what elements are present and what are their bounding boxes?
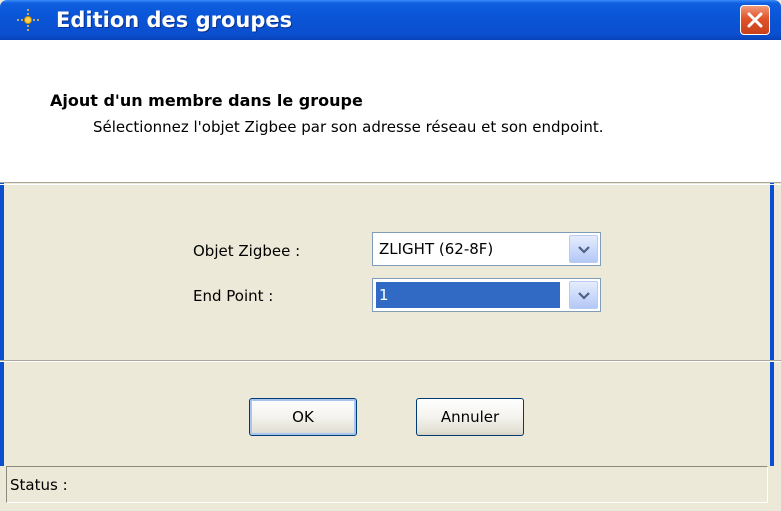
window-title: Edition des groupes	[56, 8, 293, 32]
objet-zigbee-value: ZLIGHT (62-8F)	[379, 240, 494, 258]
end-point-value: 1	[376, 282, 560, 308]
app-icon	[16, 8, 40, 32]
end-point-dropdown-button[interactable]	[569, 281, 598, 309]
chevron-down-icon	[578, 246, 590, 254]
status-text: Status :	[10, 476, 68, 494]
objet-zigbee-label: Objet Zigbee :	[193, 242, 301, 260]
ok-button[interactable]: OK	[249, 398, 357, 436]
dialog-window: Edition des groupes Ajout d'un membre da…	[0, 0, 781, 511]
title-bar[interactable]: Edition des groupes	[0, 0, 781, 40]
close-icon	[747, 12, 763, 28]
form-divider-highlight	[0, 361, 781, 362]
end-point-select[interactable]: 1	[372, 278, 601, 312]
cancel-button[interactable]: Annuler	[416, 398, 524, 436]
header-divider	[0, 184, 781, 185]
status-panel: Status :	[6, 466, 768, 503]
status-bar: Status :	[0, 466, 781, 511]
header-title: Ajout d'un membre dans le groupe	[50, 91, 363, 110]
objet-zigbee-dropdown-button[interactable]	[569, 235, 598, 263]
end-point-label: End Point :	[193, 287, 274, 305]
close-button[interactable]	[740, 5, 770, 35]
header-subtitle: Sélectionnez l'objet Zigbee par son adre…	[93, 118, 604, 136]
chevron-down-icon	[578, 292, 590, 300]
objet-zigbee-select[interactable]: ZLIGHT (62-8F)	[372, 232, 601, 266]
